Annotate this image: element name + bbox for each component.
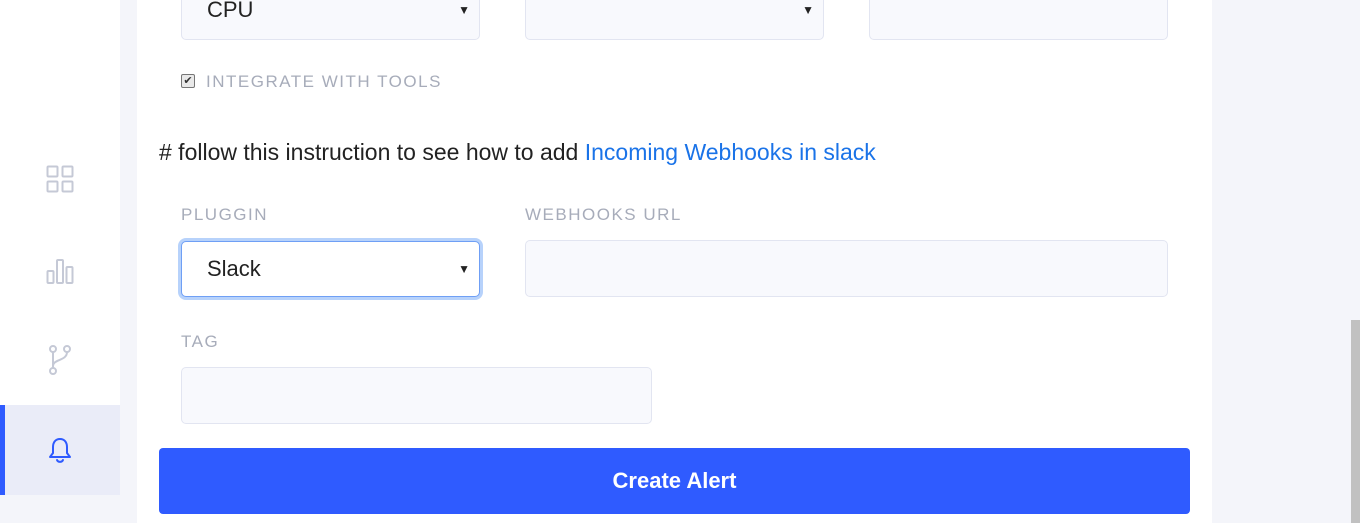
scrollbar-thumb[interactable] bbox=[1351, 320, 1360, 523]
branch-icon bbox=[49, 345, 71, 375]
integrate-tools-label[interactable]: INTEGRATE WITH TOOLS bbox=[206, 72, 442, 92]
webhook-url-label: WEBHOOKS URL bbox=[525, 205, 682, 224]
metric-select-value: CPU bbox=[207, 0, 254, 22]
instruction-text: # follow this instruction to see how to … bbox=[159, 139, 585, 165]
sidebar-item-stats[interactable] bbox=[0, 226, 120, 316]
sidebar bbox=[0, 0, 120, 523]
create-alert-button[interactable]: Create Alert bbox=[159, 448, 1190, 514]
chevron-down-icon: ▼ bbox=[802, 3, 814, 17]
plugin-select[interactable]: Slack ▼ bbox=[181, 241, 480, 297]
sidebar-item-dashboard[interactable] bbox=[0, 134, 120, 224]
sidebar-item-alerts[interactable] bbox=[0, 405, 120, 495]
chevron-down-icon: ▼ bbox=[458, 3, 470, 17]
webhook-url-input[interactable] bbox=[525, 240, 1168, 297]
tag-input[interactable] bbox=[181, 367, 652, 424]
plugin-select-value: Slack bbox=[207, 256, 261, 281]
incoming-webhooks-link[interactable]: Incoming Webhooks in slack bbox=[585, 139, 876, 165]
sidebar-item-branch[interactable] bbox=[0, 315, 120, 405]
sidebar-footer bbox=[0, 495, 120, 523]
integrate-tools-checkbox[interactable]: ✔ bbox=[181, 74, 195, 88]
operator-select[interactable]: ▼ bbox=[525, 0, 824, 40]
tag-label: TAG bbox=[181, 332, 220, 351]
chevron-down-icon: ▼ bbox=[458, 262, 470, 276]
threshold-input[interactable] bbox=[869, 0, 1168, 40]
bar-chart-icon bbox=[46, 259, 74, 284]
webhook-instruction: # follow this instruction to see how to … bbox=[159, 139, 876, 166]
metric-select[interactable]: CPU ▼ bbox=[181, 0, 480, 40]
bell-icon bbox=[49, 438, 71, 463]
plugin-label: PLUGGIN bbox=[181, 205, 269, 224]
integrate-tools-row: ✔ INTEGRATE WITH TOOLS bbox=[181, 72, 442, 92]
grid-icon bbox=[46, 165, 74, 193]
alert-form-card: CPU ▼ ▼ ✔ INTEGRATE WITH TOOLS # follow … bbox=[137, 0, 1212, 523]
